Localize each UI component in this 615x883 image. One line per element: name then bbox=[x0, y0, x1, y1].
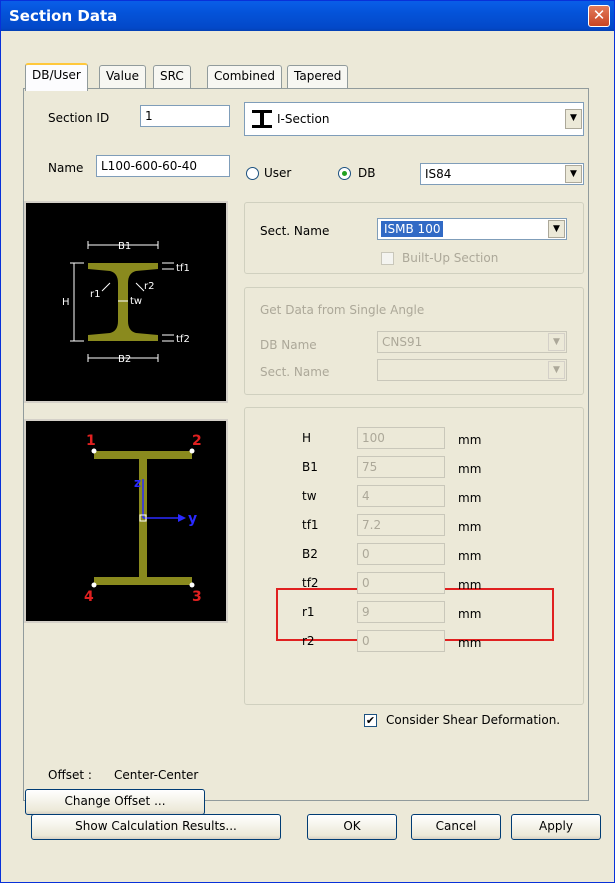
b1-label: B1 bbox=[118, 241, 131, 252]
tf2-label: tf2 bbox=[176, 334, 190, 345]
section-axis-diagram: 1 2 3 4 y z bbox=[24, 419, 228, 623]
i-section-icon bbox=[251, 109, 273, 129]
apply-button[interactable]: Apply bbox=[511, 814, 601, 840]
db-name-value: CNS91 bbox=[382, 335, 423, 349]
db-section-group: Sect. Name ISMB 100 ▼ Built-Up Section bbox=[244, 202, 584, 274]
z-axis-label: z bbox=[134, 476, 141, 490]
chevron-down-icon[interactable]: ▼ bbox=[548, 333, 565, 351]
name-label: Name bbox=[48, 161, 84, 175]
dim-label-r2: r2 bbox=[302, 634, 315, 648]
offset-label: Offset : bbox=[48, 768, 92, 782]
angle-sect-name-label: Sect. Name bbox=[260, 365, 330, 379]
dim-field-b2[interactable]: 0 bbox=[357, 543, 445, 565]
dim-label-h: H bbox=[302, 431, 312, 445]
tab-panel: Section ID 1 I-Section ▼ Name L100-600-6… bbox=[23, 88, 589, 801]
tw-label: tw bbox=[130, 296, 142, 307]
section-type-select[interactable]: I-Section ▼ bbox=[244, 102, 584, 136]
tab-value[interactable]: Value bbox=[99, 65, 146, 89]
db-radio[interactable] bbox=[338, 167, 351, 180]
section-type-value: I-Section bbox=[277, 112, 330, 126]
tab-src[interactable]: SRC bbox=[153, 65, 191, 89]
r2-label: r2 bbox=[144, 281, 154, 292]
chevron-down-icon[interactable]: ▼ bbox=[565, 109, 582, 129]
ok-button[interactable]: OK bbox=[307, 814, 397, 840]
point-4-label: 4 bbox=[84, 589, 94, 605]
point-2-label: 2 bbox=[192, 433, 202, 449]
dim-field-b1[interactable]: 75 bbox=[357, 456, 445, 478]
dim-field-tf2[interactable]: 0 bbox=[357, 572, 445, 594]
db-name-label: DB Name bbox=[260, 338, 317, 352]
section-id-field[interactable]: 1 bbox=[140, 105, 230, 127]
user-radio-label: User bbox=[264, 166, 292, 180]
dim-unit-tf2: mm bbox=[458, 578, 482, 592]
tab-db-user[interactable]: DB/User bbox=[25, 63, 88, 91]
sect-name-select[interactable]: ISMB 100 ▼ bbox=[377, 218, 567, 240]
dim-unit-b1: mm bbox=[458, 462, 482, 476]
built-up-checkbox[interactable] bbox=[381, 252, 394, 265]
single-angle-title: Get Data from Single Angle bbox=[260, 303, 425, 317]
dim-unit-tw: mm bbox=[458, 491, 482, 505]
sect-name-value: ISMB 100 bbox=[381, 221, 444, 237]
dim-unit-h: mm bbox=[458, 433, 482, 447]
y-axis-label: y bbox=[188, 511, 197, 527]
db-radio-label: DB bbox=[358, 166, 376, 180]
section-id-label: Section ID bbox=[48, 111, 110, 125]
tf1-label: tf1 bbox=[176, 263, 190, 274]
angle-sect-name-select[interactable]: ▼ bbox=[377, 359, 567, 381]
db-name-select[interactable]: CNS91 ▼ bbox=[377, 331, 567, 353]
dim-unit-tf1: mm bbox=[458, 520, 482, 534]
dim-field-tw[interactable]: 4 bbox=[357, 485, 445, 507]
r1-label: r1 bbox=[90, 289, 100, 300]
dim-field-r1[interactable]: 9 bbox=[357, 601, 445, 623]
dim-field-h[interactable]: 100 bbox=[357, 427, 445, 449]
cancel-button[interactable]: Cancel bbox=[411, 814, 501, 840]
tab-combined[interactable]: Combined bbox=[207, 65, 282, 89]
built-up-label: Built-Up Section bbox=[402, 251, 499, 265]
section-data-dialog: Section Data ✕ DB/User Value SRC Combine… bbox=[0, 0, 615, 883]
chevron-down-icon[interactable]: ▼ bbox=[548, 361, 565, 379]
chevron-down-icon[interactable]: ▼ bbox=[548, 220, 565, 238]
h-label: H bbox=[62, 297, 70, 308]
dim-unit-b2: mm bbox=[458, 549, 482, 563]
db-select-value: IS84 bbox=[425, 167, 452, 181]
shear-checkbox[interactable]: ✔ bbox=[364, 714, 377, 727]
dim-unit-r1: mm bbox=[458, 607, 482, 621]
title-bar[interactable]: Section Data ✕ bbox=[1, 1, 614, 31]
dim-label-tw: tw bbox=[302, 489, 317, 503]
dim-field-r2[interactable]: 0 bbox=[357, 630, 445, 652]
sect-name-label: Sect. Name bbox=[260, 224, 330, 238]
dim-label-b2: B2 bbox=[302, 547, 318, 561]
b2-label: B2 bbox=[118, 354, 131, 365]
dim-unit-r2: mm bbox=[458, 636, 482, 650]
db-select[interactable]: IS84 ▼ bbox=[420, 163, 584, 185]
dim-label-tf2: tf2 bbox=[302, 576, 319, 590]
dim-label-tf1: tf1 bbox=[302, 518, 319, 532]
dim-field-tf1[interactable]: 7.2 bbox=[357, 514, 445, 536]
window-title: Section Data bbox=[9, 7, 118, 25]
section-dimension-diagram: B1 B2 H tf1 tf2 tw r1 r2 bbox=[24, 201, 228, 403]
name-field[interactable]: L100-600-60-40 bbox=[96, 155, 230, 177]
change-offset-button[interactable]: Change Offset ... bbox=[25, 789, 205, 815]
show-calculation-results-button[interactable]: Show Calculation Results... bbox=[31, 814, 281, 840]
shear-label: Consider Shear Deformation. bbox=[386, 713, 561, 727]
single-angle-group: Get Data from Single Angle DB Name CNS91… bbox=[244, 287, 584, 395]
user-radio[interactable] bbox=[246, 167, 259, 180]
point-3-label: 3 bbox=[192, 589, 202, 605]
tab-tapered[interactable]: Tapered bbox=[287, 65, 349, 89]
dim-label-b1: B1 bbox=[302, 460, 318, 474]
offset-value: Center-Center bbox=[114, 768, 199, 782]
point-1-label: 1 bbox=[86, 433, 96, 449]
chevron-down-icon[interactable]: ▼ bbox=[565, 165, 582, 183]
close-button[interactable]: ✕ bbox=[588, 5, 610, 27]
dim-label-r1: r1 bbox=[302, 605, 315, 619]
